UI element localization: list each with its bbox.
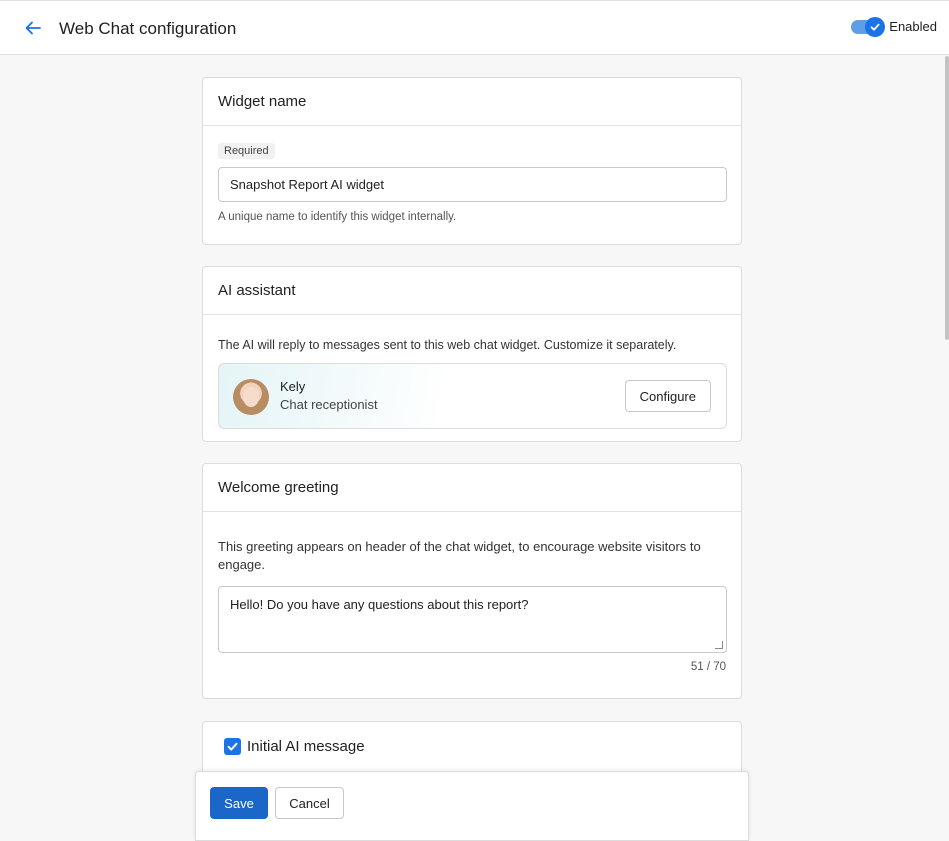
save-button[interactable]: Save — [210, 787, 268, 819]
initial-message-header: Initial AI message — [203, 722, 741, 770]
check-icon — [227, 742, 238, 750]
widget-name-helper: A unique name to identify this widget in… — [218, 211, 457, 223]
greeting-textarea[interactable]: Hello! Do you have any questions about t… — [218, 586, 727, 653]
configure-button[interactable]: Configure — [624, 380, 711, 412]
ai-assistant-description: The AI will reply to messages sent to th… — [218, 338, 677, 352]
resize-handle[interactable] — [715, 641, 723, 649]
toggle-knob[interactable] — [865, 16, 886, 37]
widget-name-title: Widget name — [203, 78, 741, 126]
welcome-greeting-description: This greeting appears on header of the c… — [218, 539, 701, 572]
top-bar: Web Chat configuration Enabled — [0, 0, 949, 55]
required-chip: Required — [218, 143, 275, 159]
page-title: Web Chat configuration — [59, 19, 237, 38]
assistant-panel: Kely Chat receptionist Configure — [218, 363, 727, 429]
enabled-toggle[interactable]: Enabled — [851, 16, 937, 37]
assistant-name: Kely — [280, 379, 306, 394]
toggle-track[interactable] — [851, 16, 886, 37]
initial-message-label: Initial AI message — [247, 737, 365, 755]
scrollbar[interactable] — [945, 56, 949, 340]
back-button[interactable] — [22, 17, 44, 39]
greeting-text: Hello! Do you have any questions about t… — [230, 597, 529, 612]
avatar-face — [243, 387, 259, 407]
widget-name-card: Widget name Required A unique name to id… — [202, 77, 742, 245]
cancel-button[interactable]: Cancel — [275, 787, 344, 819]
ai-assistant-title: AI assistant — [203, 267, 741, 315]
character-counter: 51 / 70 — [690, 661, 726, 673]
arrow-left-icon — [25, 21, 41, 35]
assistant-role: Chat receptionist — [280, 397, 378, 412]
ai-assistant-card: AI assistant The AI will reply to messag… — [202, 266, 742, 442]
initial-message-checkbox[interactable] — [224, 737, 241, 755]
content-area: Widget name Required A unique name to id… — [0, 56, 949, 832]
welcome-greeting-title: Welcome greeting — [203, 464, 741, 512]
action-footer: Save Cancel — [195, 771, 749, 841]
check-icon — [870, 23, 880, 31]
avatar — [233, 379, 269, 415]
toggle-label: Enabled — [889, 19, 937, 34]
welcome-greeting-card: Welcome greeting This greeting appears o… — [202, 463, 742, 699]
widget-name-input[interactable] — [218, 167, 727, 202]
